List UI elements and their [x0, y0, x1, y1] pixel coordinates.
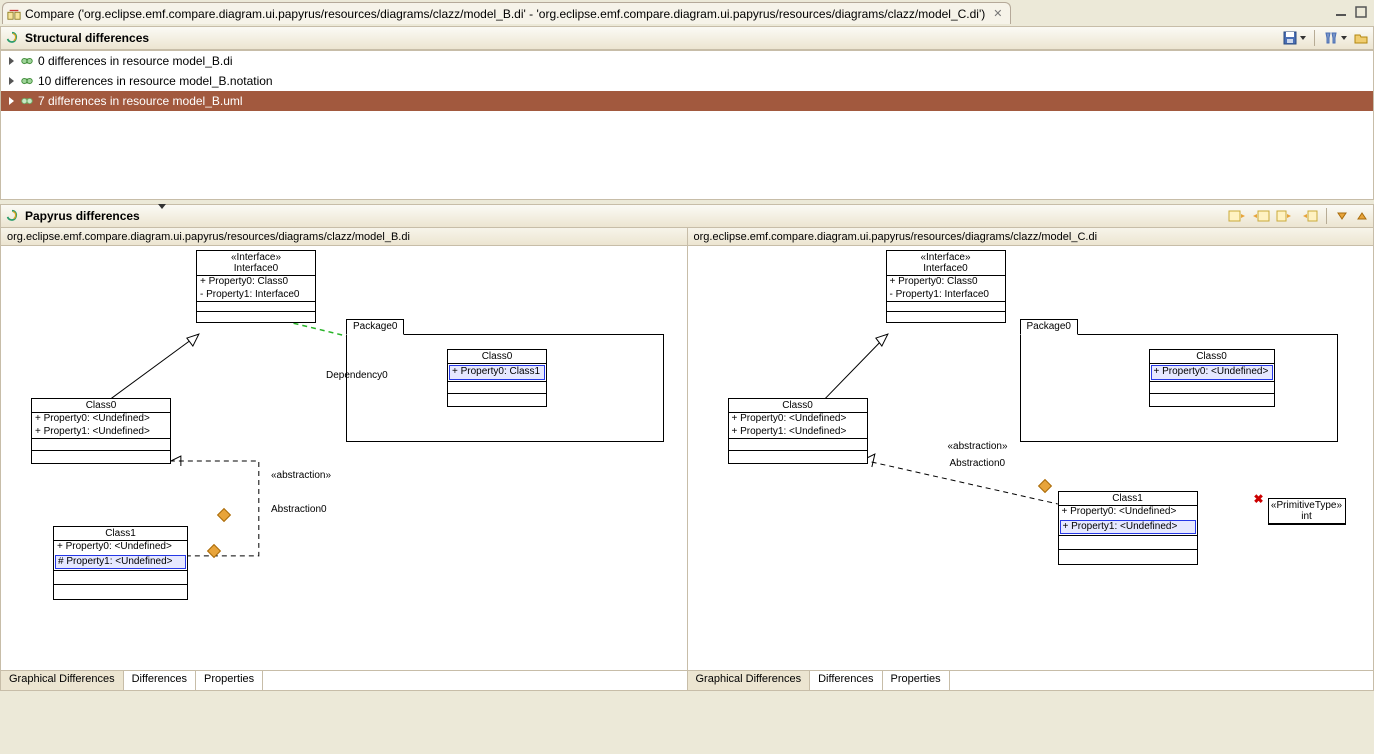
uml-interface-interface0[interactable]: «Interface»Interface0 + Property0: Class… — [196, 250, 316, 323]
expand-icon[interactable] — [7, 76, 16, 87]
left-pane-path: org.eclipse.emf.compare.diagram.ui.papyr… — [1, 228, 687, 246]
uml-class-class0[interactable]: Class0 + Property0: <Undefined>+ Propert… — [31, 398, 171, 464]
uml-class-class0[interactable]: Class0 + Property0: <Undefined>+ Propert… — [728, 398, 868, 464]
change-marker-icon — [217, 508, 231, 522]
tab-differences[interactable]: Differences — [124, 671, 196, 690]
papyrus-swirl-icon — [5, 209, 19, 223]
right-pane: org.eclipse.emf.compare.diagram.ui.papyr… — [688, 228, 1374, 690]
compare-icon — [7, 7, 21, 21]
uml-package-package0[interactable]: Package0 Class0 + Property0: <Undefined> — [1020, 334, 1338, 442]
compare-editor-tab[interactable]: Compare ('org.eclipse.emf.compare.diagra… — [2, 2, 1011, 24]
next-diff-button[interactable] — [1335, 209, 1349, 223]
tab-differences[interactable]: Differences — [810, 671, 882, 690]
left-pane: org.eclipse.emf.compare.diagram.ui.papyr… — [1, 228, 688, 690]
papyrus-header: Papyrus differences — [0, 204, 1374, 228]
uml-package-package0[interactable]: Package0 Class0 + Property0: Class1 — [346, 334, 664, 442]
left-diagram-canvas[interactable]: «Interface»Interface0 + Property0: Class… — [1, 246, 687, 670]
papyrus-swirl-icon — [5, 31, 19, 45]
structural-header: Structural differences — [0, 26, 1374, 50]
right-bottom-tabs: Graphical Differences Differences Proper… — [688, 670, 1374, 690]
uml-primitive-type-int[interactable]: «PrimitiveType»int — [1268, 498, 1346, 525]
chevron-down-icon[interactable] — [154, 209, 166, 223]
resource-icon — [20, 94, 34, 108]
right-pane-path: org.eclipse.emf.compare.diagram.ui.papyr… — [688, 228, 1374, 246]
expand-icon[interactable] — [7, 96, 16, 107]
copy-right-button[interactable] — [1276, 208, 1294, 224]
filter-dropdown-button[interactable] — [1323, 30, 1347, 46]
abstraction-name-label: Abstraction0 — [271, 504, 327, 515]
save-dropdown-button[interactable] — [1282, 30, 1306, 46]
tree-row[interactable]: 7 differences in resource model_B.uml — [1, 91, 1373, 111]
uml-class-package0-class0[interactable]: Class0 + Property0: <Undefined> — [1149, 349, 1275, 407]
uml-class-class1[interactable]: Class1 + Property0: <Undefined>+ Propert… — [1058, 491, 1198, 565]
tab-properties[interactable]: Properties — [883, 671, 950, 690]
copy-all-left-button[interactable] — [1252, 208, 1270, 224]
resource-icon — [20, 54, 34, 68]
window-buttons — [1331, 5, 1368, 22]
tab-graphical-differences[interactable]: Graphical Differences — [688, 671, 811, 690]
tab-properties[interactable]: Properties — [196, 671, 263, 690]
tree-row-label: 10 differences in resource model_B.notat… — [38, 74, 273, 88]
change-marker-icon — [1037, 479, 1051, 493]
abstraction-stereo-label: «abstraction» — [948, 441, 1008, 452]
tree-row-label: 7 differences in resource model_B.uml — [38, 94, 243, 108]
editor-tab-bar: Compare ('org.eclipse.emf.compare.diagra… — [0, 0, 1374, 24]
right-diagram-canvas[interactable]: «Interface»Interface0 + Property0: Class… — [688, 246, 1374, 670]
change-marker-icon — [207, 544, 221, 558]
tree-row-label: 0 differences in resource model_B.di — [38, 54, 233, 68]
abstraction-name-label: Abstraction0 — [950, 458, 1006, 469]
diagram-dual-pane: org.eclipse.emf.compare.diagram.ui.papyr… — [0, 228, 1374, 691]
uml-interface-interface0[interactable]: «Interface»Interface0 + Property0: Class… — [886, 250, 1006, 323]
copy-left-button[interactable] — [1300, 208, 1318, 224]
prev-diff-button[interactable] — [1355, 209, 1369, 223]
left-bottom-tabs: Graphical Differences Differences Proper… — [1, 670, 687, 690]
structural-tree[interactable]: 0 differences in resource model_B.di 10 … — [0, 50, 1374, 200]
tree-row[interactable]: 10 differences in resource model_B.notat… — [1, 71, 1373, 91]
abstraction-stereo-label: «abstraction» — [271, 470, 331, 481]
delete-marker-icon: ✖ — [1254, 492, 1264, 506]
resource-icon — [20, 74, 34, 88]
close-icon[interactable]: ✕ — [993, 7, 1002, 20]
dependency-label: Dependency0 — [326, 370, 388, 381]
structural-title: Structural differences — [25, 31, 149, 45]
minimize-icon[interactable] — [1334, 5, 1348, 19]
papyrus-title: Papyrus differences — [25, 209, 140, 223]
tree-row[interactable]: 0 differences in resource model_B.di — [1, 51, 1373, 71]
maximize-icon[interactable] — [1354, 5, 1368, 19]
uml-class-class1[interactable]: Class1 + Property0: <Undefined># Propert… — [53, 526, 188, 600]
tab-graphical-differences[interactable]: Graphical Differences — [1, 671, 124, 690]
open-folder-button[interactable] — [1353, 30, 1369, 46]
copy-all-right-button[interactable] — [1228, 208, 1246, 224]
uml-class-package0-class0[interactable]: Class0 + Property0: Class1 — [447, 349, 547, 407]
expand-icon[interactable] — [7, 56, 16, 67]
compare-tab-label: Compare ('org.eclipse.emf.compare.diagra… — [25, 7, 985, 21]
